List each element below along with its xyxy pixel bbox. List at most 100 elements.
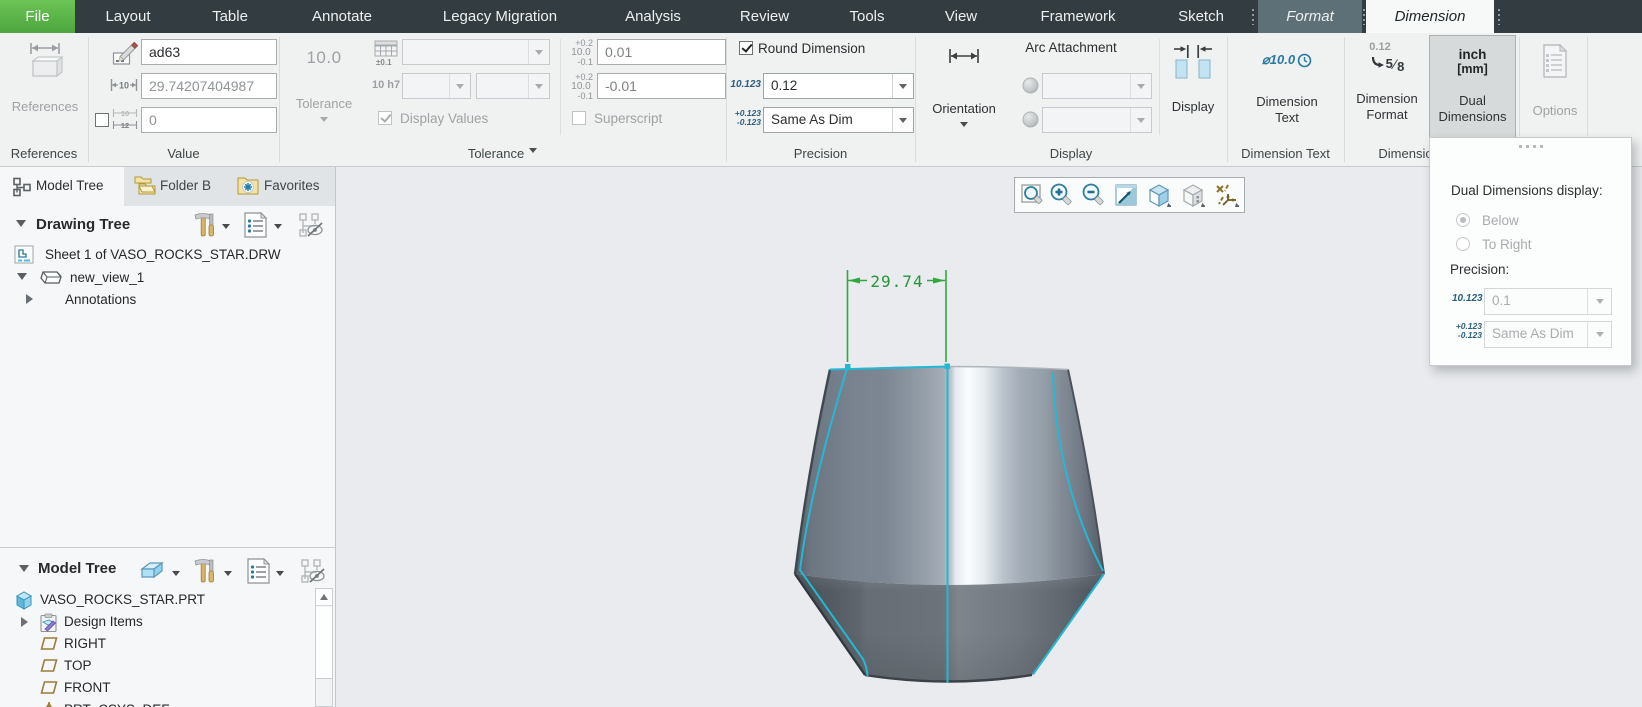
combo-arrow[interactable] (1130, 74, 1151, 98)
nominal-value-input[interactable]: 29.74207404987 (141, 73, 277, 99)
favorites-tab-label: Favorites (264, 178, 320, 193)
tree-item-plane-right[interactable]: RIGHT (64, 636, 106, 651)
tolerance-precision-combo[interactable]: Same As Dim (763, 107, 914, 133)
tree-settings-caret[interactable] (274, 224, 282, 233)
combo-arrow[interactable] (1587, 322, 1611, 347)
dimension-annotation[interactable]: 29.74 (846, 270, 947, 362)
display-button[interactable]: Display (1164, 36, 1222, 141)
tree-tools-icon[interactable] (192, 212, 216, 238)
tab-legacy-migration[interactable]: Legacy Migration (425, 0, 575, 33)
scrollbar-thumb[interactable] (316, 607, 332, 679)
tree-filter-caret[interactable] (172, 571, 180, 580)
tab-analysis[interactable]: Analysis (608, 0, 698, 33)
combo-arrow[interactable] (1587, 289, 1611, 314)
tree-item-design-items[interactable]: Design Items (64, 614, 143, 629)
display-style-icon[interactable] (1181, 183, 1205, 207)
options-button[interactable]: Options (1524, 36, 1586, 141)
tree-tools-icon[interactable] (192, 558, 216, 584)
tab-model-tree[interactable]: Model Tree (0, 167, 124, 206)
tolerance-button[interactable]: 10.0 Tolerance (286, 36, 362, 141)
svg-text:12: 12 (121, 121, 129, 130)
tab-tools[interactable]: Tools (832, 0, 902, 33)
zoom-out-icon[interactable] (1081, 183, 1105, 207)
scrollbar-up-button[interactable] (316, 589, 332, 606)
references-button[interactable]: References (6, 36, 84, 141)
tree-filter-icon[interactable] (138, 559, 166, 583)
vase-model[interactable] (793, 363, 1105, 683)
override-value-checkbox[interactable] (95, 113, 109, 127)
combo-arrow[interactable] (449, 74, 470, 98)
dialog-launcher-icon[interactable] (529, 148, 538, 157)
superscript-label: Superscript (594, 111, 663, 126)
dual-dimensions-button[interactable]: inch [mm] Dual Dimensions (1429, 35, 1516, 139)
tab-view[interactable]: View (926, 0, 996, 33)
tree-settings-icon[interactable] (246, 558, 271, 584)
panel-grip-dots[interactable] (1430, 145, 1631, 148)
upper-tolerance-input[interactable]: 0.01 (597, 39, 726, 65)
view-collapse-icon[interactable] (17, 273, 27, 285)
datum-display-icon[interactable] (1215, 183, 1239, 207)
decimal-precision-icon: 10.123 (1452, 293, 1483, 304)
tree-visibility-icon[interactable] (298, 212, 324, 238)
tab-dimension-active[interactable]: Dimension (1366, 0, 1494, 33)
panel-tolerance-combo[interactable]: Same As Dim (1484, 321, 1612, 348)
panel-decimal-combo[interactable]: 0.1 (1484, 288, 1612, 315)
saved-orientations-icon[interactable] (1147, 183, 1171, 207)
decimal-precision-combo[interactable]: 0.12 (763, 73, 914, 99)
arc-attachment-combo-1[interactable] (1042, 73, 1152, 99)
tree-item-view[interactable]: new_view_1 (70, 270, 144, 285)
tree-item-part[interactable]: VASO_ROCKS_STAR.PRT (40, 592, 205, 607)
tab-format[interactable]: Format (1258, 0, 1362, 33)
orientation-button[interactable]: Orientation (922, 36, 1006, 141)
model-tree-collapse-icon[interactable] (19, 565, 29, 577)
tab-favorites[interactable]: Favorites (228, 167, 335, 206)
tolerance-fit-combo-1[interactable] (402, 73, 471, 99)
design-items-expand-icon[interactable] (21, 617, 33, 627)
tree-item-csys[interactable]: PRT_CSYS_DEF (64, 702, 170, 707)
display-values-checkbox[interactable] (378, 111, 392, 125)
dimension-text-button[interactable]: ⌀10.0 Dimension Text (1232, 36, 1342, 141)
dimension-format-button[interactable]: 0.12 5 ⁄ 8 Dimension Format (1348, 36, 1426, 141)
tree-tools-caret[interactable] (224, 571, 232, 580)
file-menu-button[interactable]: File (0, 0, 75, 33)
tree-item-sheet[interactable]: Sheet 1 of VASO_ROCKS_STAR.DRW (45, 247, 281, 262)
radio-below[interactable] (1456, 213, 1470, 227)
zoom-region-icon[interactable] (1021, 183, 1045, 207)
tab-annotate[interactable]: Annotate (292, 0, 392, 33)
superscript-checkbox[interactable] (572, 111, 586, 125)
annotations-expand-icon[interactable] (26, 294, 38, 304)
lower-tolerance-input[interactable]: -0.01 (597, 73, 726, 99)
tab-review[interactable]: Review (722, 0, 807, 33)
zoom-in-icon[interactable] (1049, 183, 1073, 207)
tab-layout[interactable]: Layout (83, 0, 173, 33)
tab-separator-dots (1363, 9, 1365, 25)
combo-arrow[interactable] (528, 74, 549, 98)
tree-item-annotations[interactable]: Annotations (65, 292, 136, 307)
tree-settings-icon[interactable] (243, 212, 268, 238)
drawing-tree-collapse-icon[interactable] (16, 220, 26, 232)
arc-attachment-combo-2[interactable] (1042, 107, 1152, 133)
tree-item-plane-front[interactable]: FRONT (64, 680, 111, 695)
tolerance-table-combo[interactable] (402, 39, 550, 65)
combo-arrow[interactable] (528, 40, 549, 64)
tab-folder-browser[interactable]: Folder B (124, 167, 228, 206)
dimension-value-text[interactable]: 29.74 (870, 272, 923, 291)
tab-sketch[interactable]: Sketch (1161, 0, 1241, 33)
tree-tools-caret[interactable] (222, 224, 230, 233)
tree-visibility-icon[interactable] (300, 558, 326, 584)
combo-arrow[interactable] (892, 108, 913, 132)
tolerance-table-icon: ±0.1 (374, 40, 398, 66)
combo-arrow[interactable] (892, 74, 913, 98)
repaint-icon[interactable] (1114, 183, 1138, 207)
override-value-input[interactable]: 0 (141, 107, 277, 133)
dimension-name-input[interactable]: ad63 (141, 39, 277, 65)
tab-framework[interactable]: Framework (1023, 0, 1133, 33)
combo-arrow[interactable] (1130, 108, 1151, 132)
tab-table[interactable]: Table (190, 0, 270, 33)
model-tree-scrollbar[interactable] (315, 588, 333, 707)
tree-settings-caret[interactable] (276, 571, 284, 580)
tolerance-fit-combo-2[interactable] (476, 73, 550, 99)
tree-item-plane-top[interactable]: TOP (64, 658, 92, 673)
round-dimension-checkbox[interactable] (739, 41, 753, 55)
radio-to-right[interactable] (1456, 237, 1470, 251)
